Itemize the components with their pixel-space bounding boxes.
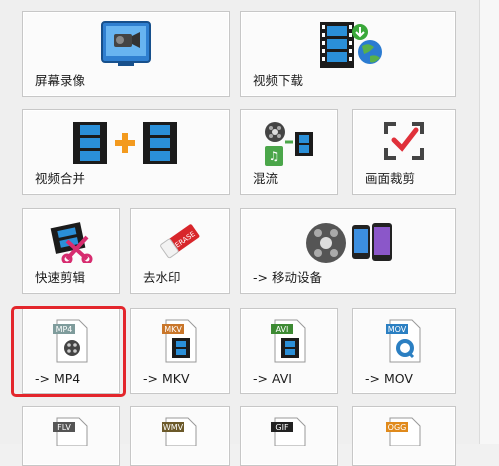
convert-ogg-tile[interactable]: OGG [352, 406, 456, 466]
convert-mov-tile[interactable]: MOV -> MOV [352, 308, 456, 394]
convert-mkv-tile[interactable]: MKV -> MKV [130, 308, 230, 394]
ogg-badge-text: OGG [388, 423, 407, 432]
video-merge-label: 视频合并 [35, 171, 86, 186]
crop-label: 画面裁剪 [365, 171, 416, 186]
convert-avi-tile[interactable]: AVI -> AVI [240, 308, 338, 394]
video-merge-tile[interactable]: 视频合并 [22, 109, 230, 195]
crop-icon [384, 122, 424, 160]
convert-mp4-label: -> MP4 [35, 371, 81, 386]
convert-gif-tile[interactable]: GIF [240, 406, 338, 466]
wmv-badge-text: WMV [163, 423, 184, 432]
svg-text:♫: ♫ [269, 149, 280, 163]
eraser-icon: ERASE [160, 224, 200, 259]
quick-cut-label: 快速剪辑 [35, 270, 86, 285]
video-download-tile[interactable]: 视频下载 [240, 11, 456, 97]
vertical-scrollbar[interactable] [479, 0, 499, 444]
quick-cut-icon [50, 222, 93, 263]
video-download-label: 视频下载 [253, 73, 304, 88]
video-merge-icon [73, 122, 177, 164]
avi-badge-text: AVI [276, 325, 289, 334]
gif-file-icon: GIF [271, 417, 306, 446]
gif-badge-text: GIF [275, 423, 289, 432]
quick-cut-tile[interactable]: 快速剪辑 [22, 208, 120, 294]
tool-grid-panel: 屏幕录像 视频下载 视频合并 ♫ 混流 画面裁剪 快速剪辑 ERASE 去水印 … [0, 0, 480, 466]
screen-recorder-icon [101, 21, 151, 66]
mix-label: 混流 [253, 171, 279, 186]
mp4-file-icon: MP4 [53, 319, 88, 363]
flv-file-icon: FLV [53, 417, 88, 446]
ogg-file-icon: OGG [386, 417, 421, 446]
convert-flv-tile[interactable]: FLV [22, 406, 120, 466]
mobile-devices-tile[interactable]: -> 移动设备 [240, 208, 456, 294]
screen-record-tile[interactable]: 屏幕录像 [22, 11, 230, 97]
mov-badge-text: MOV [388, 325, 407, 334]
screen-record-label: 屏幕录像 [35, 73, 86, 88]
mobile-devices-icon [306, 223, 392, 263]
video-download-icon [320, 22, 382, 68]
flv-badge-text: FLV [57, 423, 71, 432]
mov-file-icon: MOV [386, 319, 421, 363]
mkv-badge-text: MKV [164, 325, 182, 334]
convert-mov-label: -> MOV [365, 371, 413, 386]
crop-tile[interactable]: 画面裁剪 [352, 109, 456, 195]
convert-wmv-tile[interactable]: WMV [130, 406, 230, 466]
convert-mp4-tile[interactable]: MP4 -> MP4 [22, 308, 120, 394]
remove-watermark-label: 去水印 [143, 270, 181, 285]
avi-file-icon: AVI [271, 319, 306, 363]
wmv-file-icon: WMV [162, 417, 197, 446]
mux-icon: ♫ [265, 122, 313, 166]
mp4-badge-text: MP4 [56, 325, 73, 334]
mobile-devices-label: -> 移动设备 [253, 270, 322, 285]
convert-mkv-label: -> MKV [143, 371, 190, 386]
mkv-file-icon: MKV [162, 319, 197, 363]
remove-watermark-tile[interactable]: ERASE 去水印 [130, 208, 230, 294]
mix-tile[interactable]: ♫ 混流 [240, 109, 338, 195]
convert-avi-label: -> AVI [253, 371, 292, 386]
